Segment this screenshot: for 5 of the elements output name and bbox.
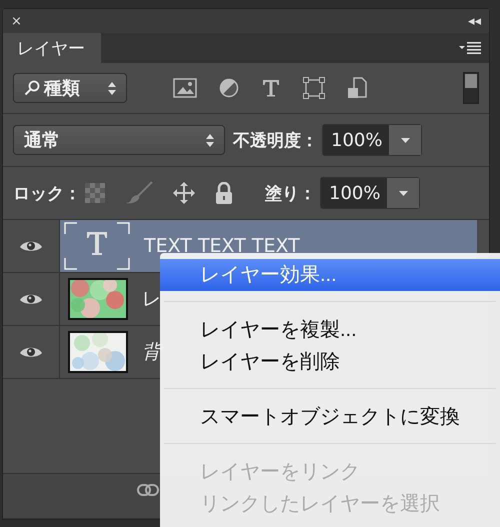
lock-label: ロック： bbox=[13, 182, 81, 204]
layer-name: TEXT TEXT TEXT bbox=[144, 235, 300, 257]
layer-name: レ bbox=[142, 287, 161, 312]
opacity-label: 不透明度： bbox=[233, 130, 318, 152]
fill-label: 塗り： bbox=[265, 182, 316, 204]
